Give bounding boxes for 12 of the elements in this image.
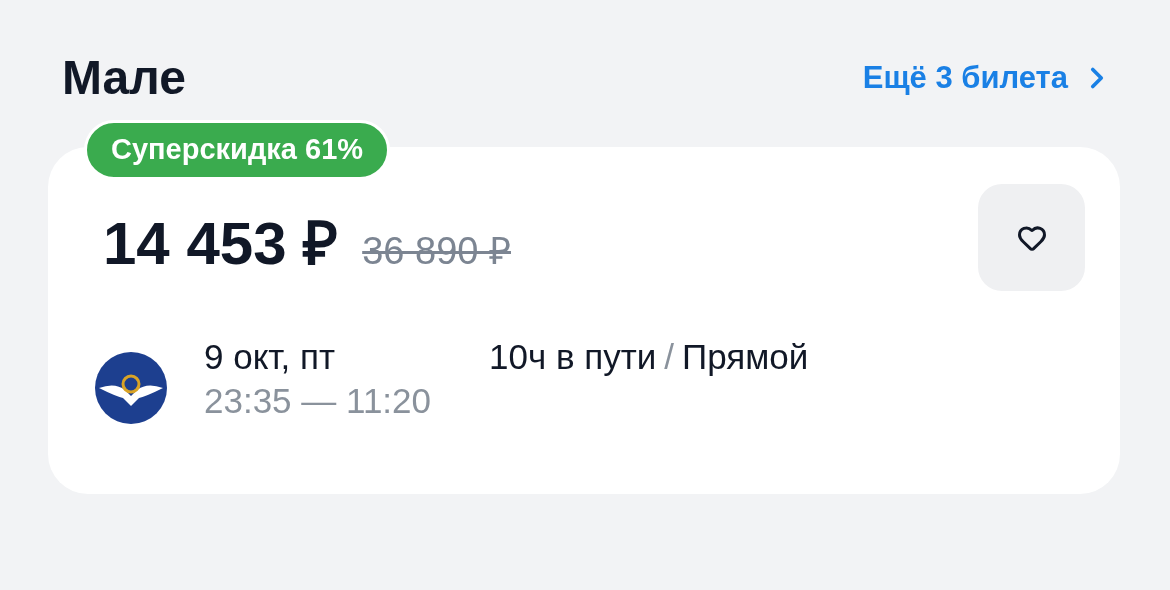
flight-stops: Прямой: [682, 336, 809, 378]
favorite-button[interactable]: [978, 184, 1085, 291]
airline-logo: [95, 352, 167, 424]
flight-duration: 10ч в пути: [489, 336, 657, 378]
discount-badge: Суперскидка 61%: [84, 120, 391, 180]
flight-date: 9 окт, пт: [204, 336, 336, 378]
more-tickets-link[interactable]: Ещё 3 билета: [862, 54, 1114, 102]
section-title: Мале: [62, 50, 186, 106]
price: 14 453 ₽: [103, 214, 339, 274]
separator: /: [664, 336, 674, 378]
old-price: 36 890 ₽: [362, 232, 511, 270]
flight-times: 23:35 — 11:20: [204, 380, 432, 422]
